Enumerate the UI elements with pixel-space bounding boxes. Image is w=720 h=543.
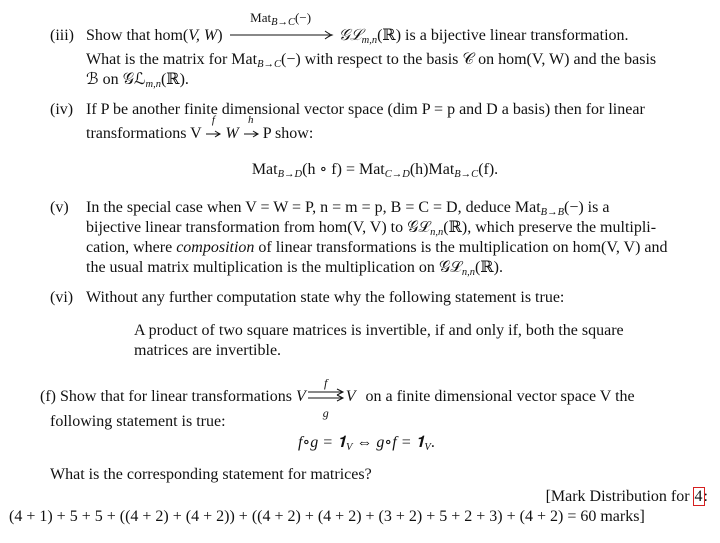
eq-part: (h ∘ f) = Mat [302,161,385,178]
item-iii-line2: What is the matrix for MatB→C(−) with re… [86,50,656,70]
item-vi-quote2: matrices are invertible. [134,342,282,359]
arrow-h: h [243,114,259,144]
part-f-equation: f∘g = 𝟏V ⇔ g∘f = 𝟏V. [298,433,435,453]
item-label: (iii) [50,27,74,44]
arrow-label-bottom: g [322,406,329,420]
item-iii-line3: ℬ on 𝒢ℒm,n(ℝ). [86,70,189,90]
text: In the special case when V = W = P, n = … [86,199,541,216]
text: Show that for linear transformations [59,388,292,405]
subscript: B→C [271,17,296,28]
text: (ℝ), which preserve the multipli- [443,219,657,236]
eq-part: Mat [251,161,278,178]
item-v-line1: (v) In the special case when V = W = P, n… [50,198,609,218]
text: ) [217,27,223,44]
text: ℬ on 𝒢ℒ [86,71,146,88]
subscript: C→D [384,169,410,180]
text: What is the matrix for Mat [86,51,258,68]
item-label: (iv) [50,101,74,118]
text: the usual matrix multiplication is the m… [86,259,462,276]
item-iii-line1: (iii) Show that hom(V, W) MatB→C(−) 𝒢ℒm,n… [50,11,629,46]
arrow-f: f [205,114,222,144]
arrow-label-top: f [324,376,328,390]
text: (ℝ). [160,71,189,88]
item-vi-line1: (vi) Without any further computation stat… [50,288,564,308]
text: (−) is a [564,199,610,216]
part-f-line2: following statement is true: [50,413,226,430]
text: If P be another finite dimensional vecto… [86,101,645,118]
text: is a bijective linear transformation. [401,27,629,44]
item-v-line2: bijective linear transformation from hom… [86,218,656,238]
parallel-arrows-icon: f g [306,376,346,420]
arg: (−) [295,10,312,25]
text: on a finite dimensional vector space V t… [365,388,635,405]
text: of linear transformations is the multipl… [254,239,668,256]
subscript: n,n [430,227,444,238]
text: transformations V [86,125,202,142]
gl-symbol: 𝒢ℒ [338,25,362,44]
emphasis: composition [176,239,255,256]
item-iv-equation: MatB→D(h ∘ f) = MatC→D(h)MatB→C(f). [0,160,720,180]
eq-part: f∘g = 𝟏 [298,434,346,451]
subscript: B→D [277,169,303,180]
mat-text: Mat [250,10,272,25]
part-f-question: What is the corresponding statement for … [50,466,372,483]
text: bijective linear transformation from hom… [86,219,431,236]
item-vi-quote1: A product of two square matrices is inve… [134,322,624,339]
math-var: V [295,388,306,405]
text: P show: [262,125,314,142]
item-label: (v) [50,199,69,216]
right-arrow-icon [205,124,222,144]
eq-part: . [430,434,435,451]
text: : [703,488,708,505]
mark-distribution-line1: [Mark Distribution for 4: [546,487,708,507]
text: (ℝ). [475,259,503,276]
subscript: m,n [145,79,161,90]
math-var: V [345,388,356,405]
math-var: W [225,125,239,142]
subscript: B→B [540,207,564,218]
arrow-label: MatB→C(−) [227,10,335,28]
item-iv-line2: transformations V f W h P show: [86,114,314,144]
right-arrow-icon [243,124,259,144]
mark-distribution-line2: (4 + 1) + 5 + 5 + ((4 + 2) + (4 + 2)) + … [9,508,645,525]
item-label: (vi) [50,289,74,306]
field: (ℝ) [377,27,402,44]
math-vars: V, W [188,27,218,44]
text: (−) with respect to the basis 𝒞 on hom(V… [280,51,657,68]
part-label: (f) [40,388,56,405]
subscript: m,n [361,35,378,46]
text: Show that hom( [86,27,189,44]
eq-part: (f). [478,161,499,178]
text: cation, where [86,239,177,256]
subscript: B→C [454,169,479,180]
item-v-line4: the usual matrix multiplication is the m… [86,258,503,278]
subscript: n,n [461,267,475,278]
right-arrow-icon [228,26,334,46]
eq-part: (h)Mat [409,161,455,178]
mat-arrow: MatB→C(−) [227,11,335,46]
arrow-label: h [247,114,254,126]
text: Without any further computation state wh… [86,289,565,306]
part-f-line1: (f) Show that for linear transformations… [40,376,635,420]
eq-part: ⇔ g∘f = 𝟏 [352,434,425,451]
arrow-label: f [211,114,215,126]
item-iv-line1: (iv) If P be another finite dimensional v… [50,100,645,120]
item-v-line3: cation, where composition of linear tran… [86,238,668,258]
subscript: B→C [257,59,281,70]
highlighted-number[interactable]: 4 [692,487,705,506]
text: [Mark Distribution for [545,488,694,505]
